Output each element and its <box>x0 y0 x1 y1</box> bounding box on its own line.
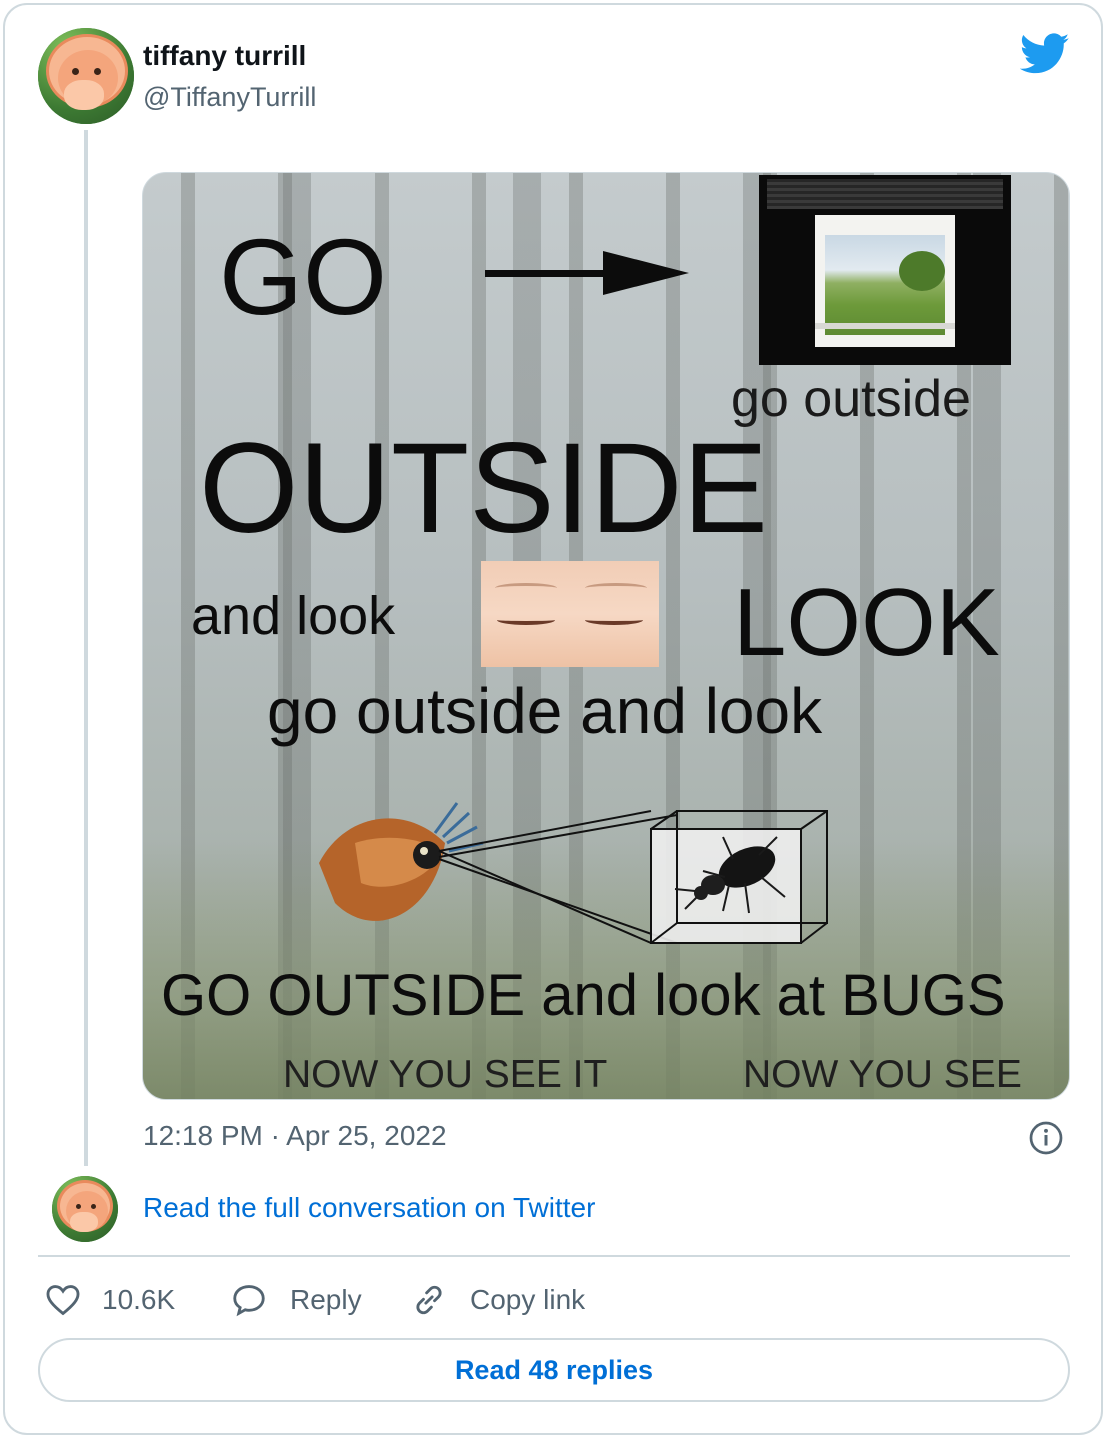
meme-text-go: GO <box>219 216 388 337</box>
thread-line <box>84 130 88 1166</box>
twitter-bird-icon[interactable] <box>1020 33 1070 75</box>
meme-text-look: LOOK <box>733 569 1000 676</box>
read-replies-label: Read 48 replies <box>454 1354 654 1385</box>
tweet-image[interactable]: GO go outside OUTSIDE and look LOOK go o… <box>142 172 1070 1100</box>
like-button[interactable]: 10.6K <box>44 1280 175 1320</box>
meme-text-now-you-see-it: NOW YOU SEE IT <box>283 1053 608 1096</box>
author-avatar[interactable] <box>38 28 134 124</box>
link-icon <box>416 1285 442 1315</box>
meme-text-and-look: and look <box>191 586 396 646</box>
heart-icon <box>46 1285 80 1316</box>
closed-eyes-photo <box>481 561 659 667</box>
meme-text-go-outside-and-look: go outside and look <box>267 675 823 747</box>
read-conversation-link[interactable]: Read the full conversation on Twitter <box>143 1192 595 1224</box>
info-icon[interactable] <box>1028 1120 1064 1156</box>
eye-bug-diagram <box>319 802 828 944</box>
like-count: 10.6K <box>102 1284 176 1315</box>
author-avatar-small[interactable] <box>52 1176 118 1242</box>
author-name[interactable]: tiffany turrill <box>143 40 306 72</box>
tweet-timestamp[interactable]: 12:18 PM · Apr 25, 2022 <box>143 1120 447 1152</box>
copy-link-label: Copy link <box>470 1284 586 1315</box>
meme-text-bugs: GO OUTSIDE and look at BUGS <box>161 963 1006 1028</box>
divider <box>38 1255 1070 1257</box>
read-replies-button[interactable]: Read 48 replies <box>38 1338 1070 1402</box>
arrow-right-icon <box>485 251 689 295</box>
meme-text-now-you-see: NOW YOU SEE <box>743 1053 1022 1096</box>
copy-link-button[interactable]: Copy link <box>410 1280 585 1320</box>
reply-label: Reply <box>290 1284 362 1315</box>
eye-icon <box>319 802 484 921</box>
reply-button[interactable]: Reply <box>230 1280 362 1320</box>
author-handle[interactable]: @TiffanyTurrill <box>143 82 316 113</box>
speech-bubble-icon <box>233 1285 265 1317</box>
window-photo <box>759 175 1011 365</box>
meme-text-outside: OUTSIDE <box>199 417 768 560</box>
